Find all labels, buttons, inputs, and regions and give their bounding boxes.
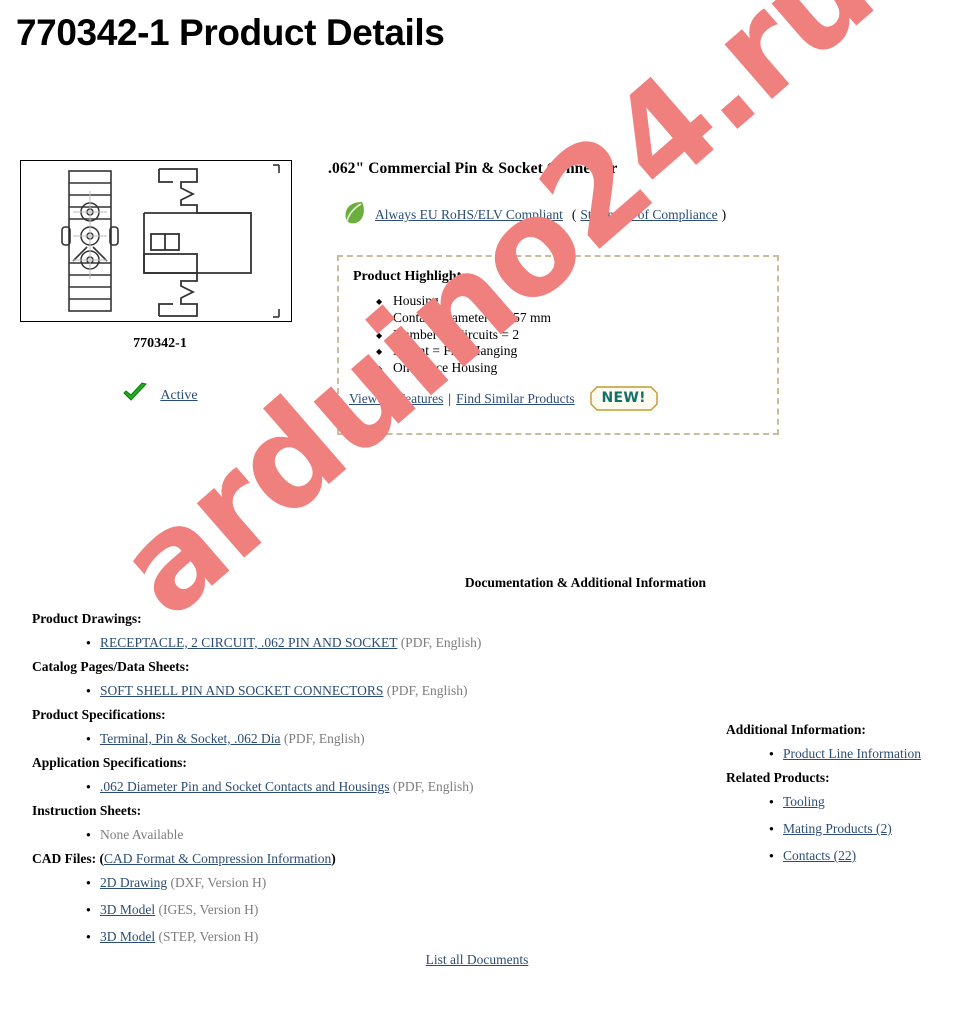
doc-group-title: Application Specifications:: [32, 755, 187, 770]
doc-item-list: SOFT SHELL PIN AND SOCKET CONNECTORS (PD…: [32, 677, 692, 704]
doc-meta: (PDF, English): [389, 779, 474, 794]
list-item: Contacts (22): [769, 842, 946, 869]
tooling-link[interactable]: Tooling: [783, 794, 825, 809]
doc-item-list: None Available: [32, 821, 692, 848]
doc-meta: (PDF, English): [280, 731, 365, 746]
product-line-information-link[interactable]: Product Line Information: [783, 746, 921, 761]
product-highlights-list: Housing Contact Diameter = 1.57 mm Numbe…: [353, 293, 763, 377]
mating-products-link[interactable]: Mating Products (2): [783, 821, 892, 836]
doc-group-title: Product Specifications:: [32, 707, 166, 722]
doc-group-title: Related Products:: [726, 770, 830, 785]
contacts-link[interactable]: Contacts (22): [783, 848, 856, 863]
doc-link[interactable]: 2D Drawing: [100, 875, 167, 890]
doc-meta: (STEP, Version H): [155, 929, 259, 944]
highlights-links-row: View all Features | Find Similar Product…: [349, 386, 658, 411]
links-separator: |: [448, 390, 452, 406]
list-item: Number of Circuits = 2: [376, 327, 763, 344]
page-title: 770342-1 Product Details: [16, 12, 445, 53]
doc-link[interactable]: SOFT SHELL PIN AND SOCKET CONNECTORS: [100, 683, 383, 698]
list-item: Mating Products (2): [769, 815, 946, 842]
list-item: Mount = Free Hanging: [376, 343, 763, 360]
doc-group-title: Product Drawings:: [32, 611, 142, 626]
list-item: Housing: [376, 293, 763, 310]
doc-item-list: RECEPTACLE, 2 CIRCUIT, .062 PIN AND SOCK…: [32, 629, 692, 656]
doc-group-application-specifications: Application Specifications: .062 Diamete…: [32, 752, 692, 800]
doc-group-related-products: Related Products: Tooling Mating Product…: [726, 767, 946, 869]
list-item: RECEPTACLE, 2 CIRCUIT, .062 PIN AND SOCK…: [86, 629, 692, 656]
doc-item-list: Tooling Mating Products (2) Contacts (22…: [726, 788, 946, 869]
product-image-column: 770342-1 Active: [20, 160, 300, 409]
list-item: Terminal, Pin & Socket, .062 Dia (PDF, E…: [86, 725, 692, 752]
rohs-close-paren: ): [721, 207, 727, 222]
product-name: .062" Commercial Pin & Socket Connector: [328, 160, 618, 177]
statement-of-compliance-link[interactable]: Statement of Compliance: [580, 207, 717, 223]
cad-files-label: CAD Files:: [32, 851, 97, 866]
list-item: None Available: [86, 821, 692, 848]
list-item: Product Line Information: [769, 740, 946, 767]
list-all-documents-link[interactable]: List all Documents: [426, 952, 529, 967]
product-line-drawing-icon: [61, 164, 280, 318]
doc-group-product-drawings: Product Drawings: RECEPTACLE, 2 CIRCUIT,…: [32, 608, 692, 656]
product-image-caption: 770342-1: [133, 336, 187, 351]
rohs-compliance-link[interactable]: Always EU RoHS/ELV Compliant: [375, 207, 563, 223]
doc-meta: (PDF, English): [383, 683, 468, 698]
doc-group-title: Instruction Sheets:: [32, 803, 142, 818]
doc-group-product-specifications: Product Specifications: Terminal, Pin & …: [32, 704, 692, 752]
doc-link[interactable]: Terminal, Pin & Socket, .062 Dia: [100, 731, 281, 746]
list-item: 3D Model (IGES, Version H): [86, 896, 692, 923]
doc-group-instruction-sheets: Instruction Sheets: None Available: [32, 800, 692, 848]
cad-close-paren: ): [331, 851, 336, 866]
doc-group-title: Catalog Pages/Data Sheets:: [32, 659, 190, 674]
product-highlights-title: Product Highlights:: [353, 269, 472, 284]
list-item: One Piece Housing: [376, 360, 763, 377]
new-badge: NEW!: [589, 386, 658, 411]
rohs-open-paren: (: [571, 207, 577, 222]
product-image-frame: [20, 160, 292, 322]
list-item: Tooling: [769, 788, 946, 815]
doc-item-list: 2D Drawing (DXF, Version H) 3D Model (IG…: [32, 869, 692, 950]
doc-none-available: None Available: [100, 827, 184, 842]
new-badge-label: NEW!: [601, 390, 646, 406]
doc-group-cad-files: CAD Files: (CAD Format & Compression Inf…: [32, 848, 692, 950]
product-highlights-box: Product Highlights: Housing Contact Diam…: [337, 255, 779, 435]
doc-group-catalog-pages: Catalog Pages/Data Sheets: SOFT SHELL PI…: [32, 656, 692, 704]
view-all-features-link[interactable]: View all Features: [349, 391, 443, 407]
doc-link[interactable]: 3D Model: [100, 929, 155, 944]
list-item: 3D Model (STEP, Version H): [86, 923, 692, 950]
doc-group-title-cad: CAD Files: (CAD Format & Compression Inf…: [32, 848, 692, 869]
doc-meta: (PDF, English): [397, 635, 482, 650]
documentation-left-column: Product Drawings: RECEPTACLE, 2 CIRCUIT,…: [32, 608, 692, 950]
green-check-icon: [122, 382, 148, 409]
find-similar-products-link[interactable]: Find Similar Products: [456, 391, 575, 407]
list-item: .062 Diameter Pin and Socket Contacts an…: [86, 773, 692, 800]
green-leaf-icon: [342, 200, 366, 230]
rohs-compliance-row: Always EU RoHS/ELV Compliant ( Statement…: [342, 200, 798, 230]
status-badge-link[interactable]: Active: [160, 388, 197, 404]
cad-format-info-link[interactable]: CAD Format & Compression Information: [104, 851, 331, 866]
list-item: Contact Diameter = 1.57 mm: [376, 310, 763, 327]
doc-link[interactable]: RECEPTACLE, 2 CIRCUIT, .062 PIN AND SOCK…: [100, 635, 397, 650]
doc-link[interactable]: .062 Diameter Pin and Socket Contacts an…: [100, 779, 389, 794]
doc-meta: (IGES, Version H): [155, 902, 259, 917]
doc-group-title: Additional Information:: [726, 722, 866, 737]
doc-item-list: .062 Diameter Pin and Socket Contacts an…: [32, 773, 692, 800]
list-item: SOFT SHELL PIN AND SOCKET CONNECTORS (PD…: [86, 677, 692, 704]
documentation-heading: Documentation & Additional Information: [464, 575, 706, 590]
product-detail-column: .062" Commercial Pin & Socket Connector …: [328, 160, 798, 435]
doc-meta: (DXF, Version H): [167, 875, 267, 890]
list-all-documents-row: List all Documents: [0, 952, 954, 968]
status-row: Active: [20, 382, 300, 409]
doc-group-additional-information: Additional Information: Product Line Inf…: [726, 719, 946, 767]
doc-item-list: Product Line Information: [726, 740, 946, 767]
list-item: 2D Drawing (DXF, Version H): [86, 869, 692, 896]
doc-link[interactable]: 3D Model: [100, 902, 155, 917]
doc-item-list: Terminal, Pin & Socket, .062 Dia (PDF, E…: [32, 725, 692, 752]
documentation-right-column: Additional Information: Product Line Inf…: [726, 719, 946, 869]
